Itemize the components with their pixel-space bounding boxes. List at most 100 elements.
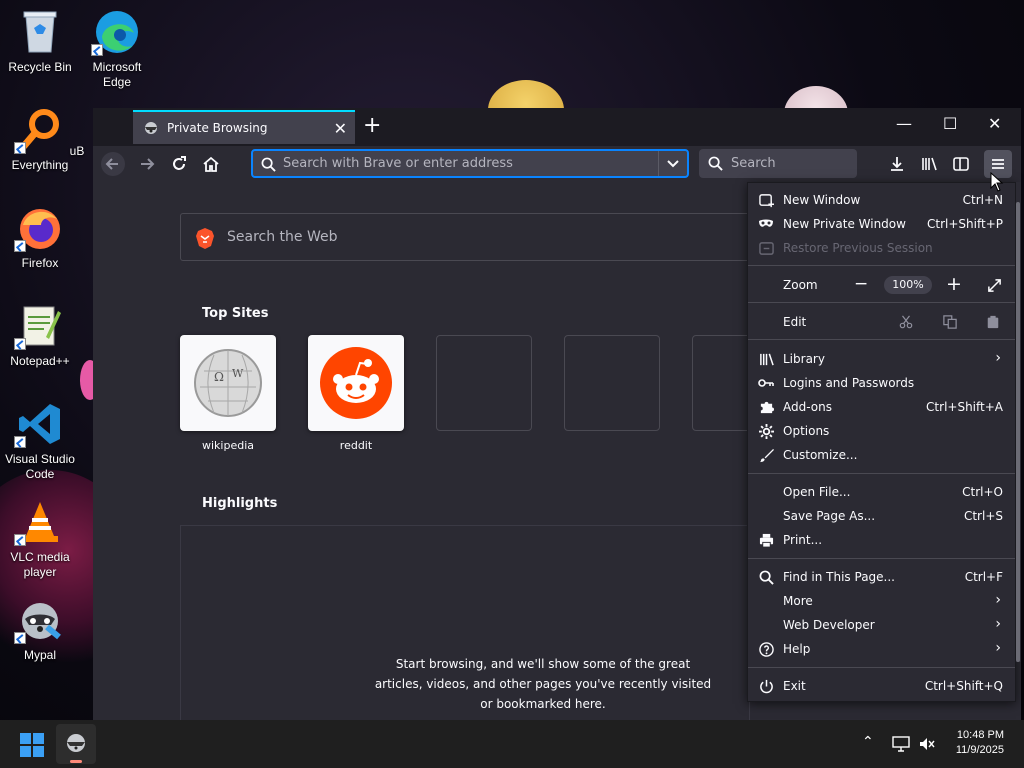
recycle-bin-icon (16, 8, 64, 56)
close-window-button[interactable]: ✕ (988, 114, 1001, 133)
desktop-icon-ub[interactable]: uB (62, 140, 92, 159)
desktop-icon-label: uB (69, 144, 85, 158)
home-button[interactable] (199, 152, 223, 176)
desktop-icon-mypal[interactable]: Mypal (0, 596, 80, 663)
zoom-reset-button[interactable]: 100% (884, 276, 932, 294)
desktop-icon-label: Microsoft Edge (92, 60, 142, 89)
copy-icon[interactable] (942, 314, 958, 330)
system-clock[interactable]: 10:48 PM 11/9/2025 (956, 728, 1004, 758)
top-site-empty[interactable] (564, 335, 660, 431)
menu-separator (748, 667, 1015, 668)
search-bar[interactable]: Search (699, 149, 857, 178)
maximize-button[interactable]: ☐ (943, 114, 957, 133)
desktop-icon-microsoft-edge[interactable]: Microsoft Edge (77, 8, 157, 90)
new-window-icon (758, 192, 774, 208)
new-tab-button[interactable]: + (363, 114, 381, 138)
paste-icon[interactable] (985, 314, 1001, 330)
tab-close-icon[interactable]: ✕ (334, 119, 347, 138)
restore-session-icon (758, 240, 774, 256)
menu-add-ons[interactable]: Add-ons Ctrl+Shift+A (748, 395, 1015, 419)
menu-logins-passwords[interactable]: Logins and Passwords (748, 371, 1015, 395)
home-icon (203, 156, 219, 172)
wikipedia-globe-icon: ΩW (194, 349, 262, 417)
cut-icon[interactable] (898, 314, 914, 330)
page-scrollbar[interactable] (1016, 182, 1021, 662)
menu-library[interactable]: Library › (748, 347, 1015, 371)
desktop-icon-firefox[interactable]: Firefox (0, 204, 80, 271)
top-site-empty[interactable] (436, 335, 532, 431)
start-button[interactable] (20, 733, 44, 760)
navigation-toolbar: Search (93, 146, 1021, 182)
shortcut-arrow-icon (14, 436, 26, 448)
reload-button[interactable] (167, 152, 191, 176)
search-icon (261, 157, 276, 172)
minimize-button[interactable]: — (896, 114, 912, 133)
library-icon (922, 157, 937, 171)
menu-exit[interactable]: Exit Ctrl+Shift+Q (748, 674, 1015, 698)
top-site-reddit[interactable] (308, 335, 404, 431)
fullscreen-icon[interactable] (986, 277, 1002, 293)
network-monitor-icon[interactable] (892, 736, 910, 752)
chevron-down-icon[interactable] (666, 159, 680, 169)
desktop-icon-recycle-bin[interactable]: Recycle Bin (0, 8, 80, 75)
show-hidden-icons-chevron-up-icon[interactable]: ⌃ (862, 734, 874, 750)
search-icon (708, 156, 723, 171)
paintbrush-icon (758, 447, 774, 463)
search-icon (758, 569, 774, 585)
menu-separator (748, 473, 1015, 474)
menu-find-in-page[interactable]: Find in This Page... Ctrl+F (748, 565, 1015, 589)
gear-icon (758, 423, 774, 439)
menu-new-private-window[interactable]: New Private Window Ctrl+Shift+P (748, 212, 1015, 236)
address-input[interactable] (283, 156, 643, 171)
desktop-icon-label: Recycle Bin (8, 60, 72, 74)
chevron-right-icon: › (995, 592, 1001, 608)
menu-separator (748, 558, 1015, 559)
desktop-icon-vscode[interactable]: Visual Studio Code (0, 400, 80, 482)
menu-web-developer[interactable]: Web Developer › (748, 613, 1015, 637)
menu-options[interactable]: Options (748, 419, 1015, 443)
menu-open-file[interactable]: Open File... Ctrl+O (748, 480, 1015, 504)
scrollbar-thumb[interactable] (1016, 202, 1020, 662)
menu-save-page[interactable]: Save Page As... Ctrl+S (748, 504, 1015, 528)
menu-restore-session[interactable]: Restore Previous Session (748, 236, 1015, 260)
desktop-icon-vlc[interactable]: VLC media player (0, 498, 80, 580)
top-site-wikipedia[interactable]: ΩW (180, 335, 276, 431)
edge-icon (91, 8, 141, 56)
desktop-icon-notepad-plus-plus[interactable]: Notepad++ (0, 302, 80, 369)
key-icon (758, 375, 774, 391)
brave-search-box[interactable]: Search the Web (180, 213, 760, 261)
top-site-label: wikipedia (201, 439, 254, 452)
library-button[interactable] (917, 152, 941, 176)
zoom-in-button[interactable]: + (946, 273, 962, 295)
menu-more[interactable]: More › (748, 589, 1015, 613)
top-sites-heading: Top Sites (202, 306, 269, 321)
menu-help[interactable]: Help › (748, 637, 1015, 661)
zoom-out-button[interactable]: − (854, 274, 868, 294)
top-site-label: reddit (339, 439, 373, 452)
menu-customize[interactable]: Customize... (748, 443, 1015, 467)
back-button[interactable] (101, 152, 125, 176)
tab-private-browsing[interactable]: Private Browsing ✕ (133, 110, 355, 144)
active-app-indicator (70, 760, 82, 763)
app-menu-panel: New Window Ctrl+N New Private Window Ctr… (747, 182, 1016, 702)
menu-new-window[interactable]: New Window Ctrl+N (748, 188, 1015, 212)
address-bar[interactable] (251, 149, 689, 178)
taskbar-app-mypal[interactable] (56, 724, 96, 764)
highlights-heading: Highlights (202, 496, 278, 511)
help-icon (758, 641, 774, 657)
shortcut-arrow-icon (14, 338, 26, 350)
magnifier-icon (14, 106, 64, 154)
vlc-cone-icon (14, 498, 64, 546)
forward-button[interactable] (135, 152, 159, 176)
desktop-icon-label: Firefox (21, 256, 59, 270)
clock-time: 10:48 PM (956, 729, 1004, 741)
mypal-raccoon-icon (14, 596, 64, 644)
shortcut-arrow-icon (91, 44, 103, 56)
downloads-button[interactable] (885, 152, 909, 176)
sidebar-button[interactable] (949, 152, 973, 176)
volume-muted-icon[interactable] (918, 736, 936, 752)
svg-text:Ω: Ω (214, 370, 224, 384)
puzzle-piece-icon (758, 399, 774, 415)
library-icon (758, 351, 774, 367)
menu-print[interactable]: Print... (748, 528, 1015, 552)
